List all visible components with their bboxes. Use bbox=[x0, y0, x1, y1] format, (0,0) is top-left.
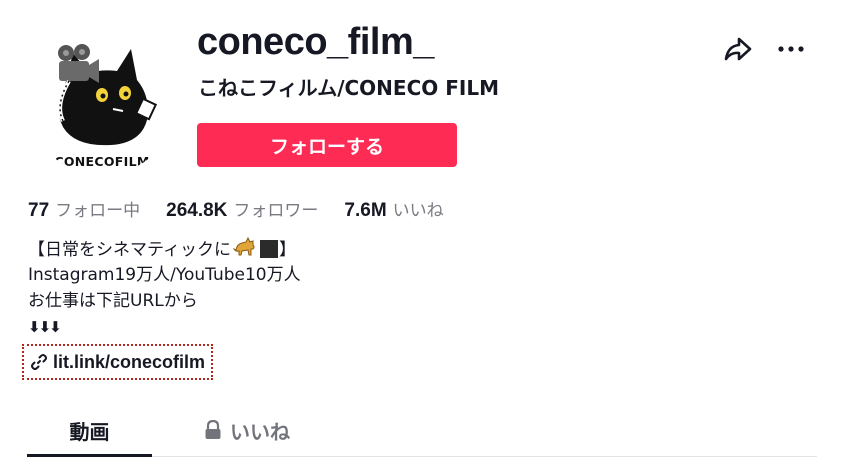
followers-count: 264.8K bbox=[166, 200, 228, 221]
likes-stat: 7.6M いいね bbox=[344, 198, 443, 224]
avatar-logo-text: CONECOFILM bbox=[54, 154, 149, 169]
following-stat[interactable]: 77 フォロー中 bbox=[28, 198, 140, 224]
link-chain-icon bbox=[31, 354, 47, 370]
follow-button[interactable]: フォローする bbox=[197, 123, 457, 167]
tab-videos[interactable]: 動画 bbox=[27, 404, 152, 456]
more-options-button[interactable] bbox=[774, 32, 808, 66]
bio-line-1: 【日常をシネマティックに 】 bbox=[28, 236, 301, 262]
username: coneco_film_ bbox=[197, 21, 434, 63]
black-square-emoji bbox=[259, 240, 278, 258]
tab-videos-label: 動画 bbox=[69, 419, 110, 444]
followers-stat[interactable]: 264.8K フォロワー bbox=[166, 198, 318, 224]
bio-line-1-text: 【日常をシネマティックに bbox=[28, 240, 231, 260]
likes-count: 7.6M bbox=[344, 200, 387, 221]
cat-emoji-icon bbox=[232, 236, 255, 256]
share-button[interactable] bbox=[721, 32, 755, 66]
followers-label: フォロワー bbox=[233, 201, 319, 221]
bio-line-1-end: 】 bbox=[278, 240, 296, 260]
likes-label: いいね bbox=[392, 201, 444, 221]
bio-line-2: Instagram19万人/YouTube10万人 bbox=[28, 265, 301, 285]
profile-tabs: 動画 いいね bbox=[27, 404, 817, 457]
following-count: 77 bbox=[28, 200, 50, 221]
stats-bar: 77 フォロー中 264.8K フォロワー 7.6M いいね bbox=[28, 198, 470, 224]
bio-line-4: ⬇⬇⬇ bbox=[28, 318, 62, 336]
bio-link-text[interactable]: lit.link/conecofilm bbox=[53, 352, 205, 373]
bio: 【日常をシネマティックに】 Instagram19万人/YouTube10万人 … bbox=[28, 236, 301, 340]
active-tab-indicator bbox=[27, 454, 152, 457]
bio-link[interactable]: lit.link/conecofilm bbox=[22, 344, 214, 380]
avatar[interactable]: CONECOFILM bbox=[27, 25, 177, 175]
nickname: こねこフィルム/CONECO FILM bbox=[198, 76, 499, 100]
share-arrow-icon bbox=[724, 37, 752, 61]
bio-line-3: お仕事は下記URLから bbox=[28, 291, 198, 311]
coneco-film-logo: CONECOFILM bbox=[54, 44, 158, 169]
lock-icon bbox=[205, 420, 221, 439]
following-label: フォロー中 bbox=[55, 201, 141, 221]
tab-likes[interactable]: いいね bbox=[177, 404, 317, 456]
tab-likes-label: いいね bbox=[230, 419, 290, 444]
more-dots-icon bbox=[778, 46, 804, 52]
